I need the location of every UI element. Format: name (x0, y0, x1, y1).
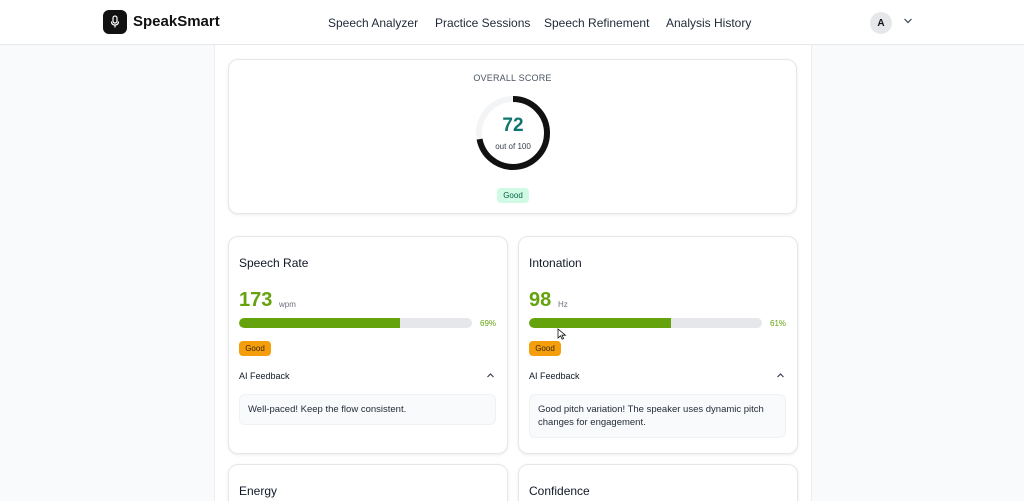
chevron-down-icon[interactable] (903, 17, 913, 25)
app-logo[interactable] (103, 10, 127, 34)
overall-score-out-of: out of 100 (495, 142, 531, 151)
metric-unit: Hz (558, 300, 568, 309)
overall-rating-badge: Good (497, 188, 529, 203)
overall-score-card: OVERALL SCORE 72 out of 100 Good (228, 59, 797, 214)
overall-score-label: OVERALL SCORE (473, 73, 552, 83)
progress-bar-fill (239, 318, 400, 328)
progress-bar (529, 318, 762, 328)
mouse-cursor-icon (557, 328, 567, 340)
nav-practice-sessions[interactable]: Practice Sessions (435, 16, 530, 30)
top-navbar: SpeakSmart Speech Analyzer Practice Sess… (0, 0, 1024, 45)
ai-feedback-title[interactable]: AI Feedback (239, 371, 290, 381)
ai-feedback-text: Good pitch variation! The speaker uses d… (529, 394, 786, 438)
nav-speech-analyzer[interactable]: Speech Analyzer (328, 16, 418, 30)
metric-title: Intonation (529, 256, 582, 270)
nav-speech-refinement[interactable]: Speech Refinement (544, 16, 649, 30)
metric-card-speech-rate: Speech Rate 173 wpm 69% Good AI Feedback… (228, 236, 508, 454)
metric-card-intonation: Intonation 98 Hz 61% Good AI Feedback Go… (518, 236, 798, 454)
progress-percent: 69% (480, 319, 497, 328)
rating-badge: Good (239, 341, 271, 356)
metric-card-confidence: Confidence (518, 464, 798, 501)
ai-feedback-text: Well-paced! Keep the flow consistent. (239, 394, 496, 425)
progress-bar-fill (529, 318, 672, 328)
metric-value: 173 (239, 289, 273, 311)
metric-title: Energy (239, 484, 278, 498)
progress-bar (239, 318, 472, 328)
metric-title: Speech Rate (239, 256, 309, 270)
microphone-icon (110, 15, 120, 28)
rating-badge: Good (529, 341, 561, 356)
chevron-up-icon[interactable] (776, 372, 785, 379)
user-avatar[interactable]: A (870, 12, 892, 34)
overall-score-value: 72 (502, 115, 524, 136)
ai-feedback-title[interactable]: AI Feedback (529, 371, 580, 381)
metric-title: Confidence (529, 484, 590, 498)
metric-value: 98 (529, 289, 552, 311)
chevron-up-icon[interactable] (486, 372, 495, 379)
app-name[interactable]: SpeakSmart (133, 13, 220, 30)
progress-percent: 61% (770, 319, 787, 328)
nav-analysis-history[interactable]: Analysis History (666, 16, 751, 30)
metric-card-energy: Energy (228, 464, 508, 501)
metric-unit: wpm (279, 300, 296, 309)
